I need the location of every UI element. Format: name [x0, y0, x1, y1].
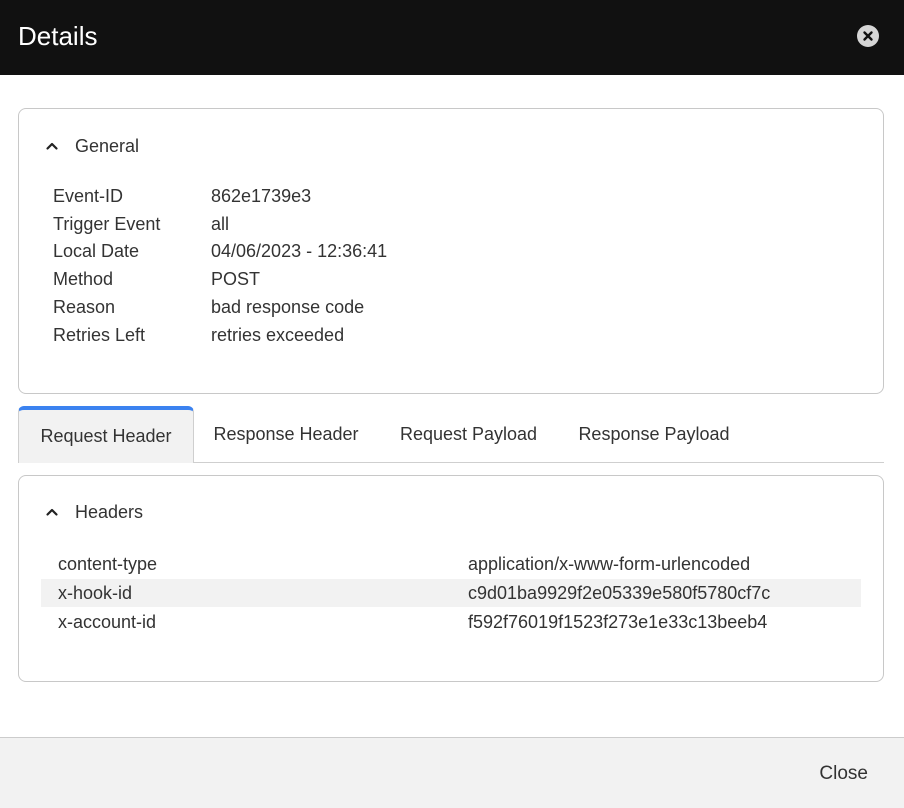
headers-toggle[interactable]: Headers: [45, 499, 143, 525]
general-toggle[interactable]: General: [45, 133, 139, 159]
chevron-up-icon: [46, 142, 58, 150]
field-value: POST: [211, 269, 261, 289]
tab-response-payload[interactable]: Response Payload: [566, 406, 742, 462]
field-key: Retries Left: [53, 325, 146, 345]
tab-response-header[interactable]: Response Header: [200, 406, 372, 462]
tab-request-payload[interactable]: Request Payload: [386, 406, 551, 462]
field-value: bad response code: [211, 297, 365, 317]
header-value: application/x-www-form-urlencoded: [468, 554, 751, 574]
table-row: content-type application/x-www-form-urle…: [41, 550, 861, 578]
headers-section: Headers content-type application/x-www-f…: [18, 475, 884, 682]
table-row: x-account-id f592f76019f1523f273e1e33c13…: [41, 608, 861, 636]
field-key: Local Date: [53, 241, 140, 261]
header-value: c9d01ba9929f2e05339e580f5780cf7c: [468, 583, 771, 603]
field-value: 862e1739e3: [211, 186, 312, 206]
tab-request-header[interactable]: Request Header: [18, 406, 194, 463]
general-label: General: [75, 136, 140, 156]
detail-tabs: Request Header Response Header Request P…: [18, 406, 884, 463]
field-key: Method: [53, 269, 114, 289]
field-value: all: [211, 214, 230, 234]
header-key: x-hook-id: [58, 583, 133, 603]
header-key: content-type: [58, 554, 158, 574]
general-section: General Event-ID 862e1739e3 Trigger Even…: [18, 108, 884, 394]
headers-label: Headers: [75, 502, 144, 522]
header-value: f592f76019f1523f273e1e33c13beeb4: [468, 612, 768, 632]
chevron-up-icon: [46, 508, 58, 516]
field-value: retries exceeded: [211, 325, 345, 345]
dialog-footer: Close: [0, 737, 904, 808]
dialog-title: Details: [18, 21, 98, 51]
field-key: Reason: [53, 297, 116, 317]
close-icon[interactable]: [857, 25, 879, 47]
dialog-header: Details: [0, 0, 904, 75]
field-key: Trigger Event: [53, 214, 161, 234]
field-value: 04/06/2023 - 12:36:41: [211, 241, 388, 261]
table-row: x-hook-id c9d01ba9929f2e05339e580f5780cf…: [41, 579, 861, 607]
field-key: Event-ID: [53, 186, 124, 206]
close-button[interactable]: Close: [819, 761, 868, 787]
header-key: x-account-id: [58, 612, 157, 632]
